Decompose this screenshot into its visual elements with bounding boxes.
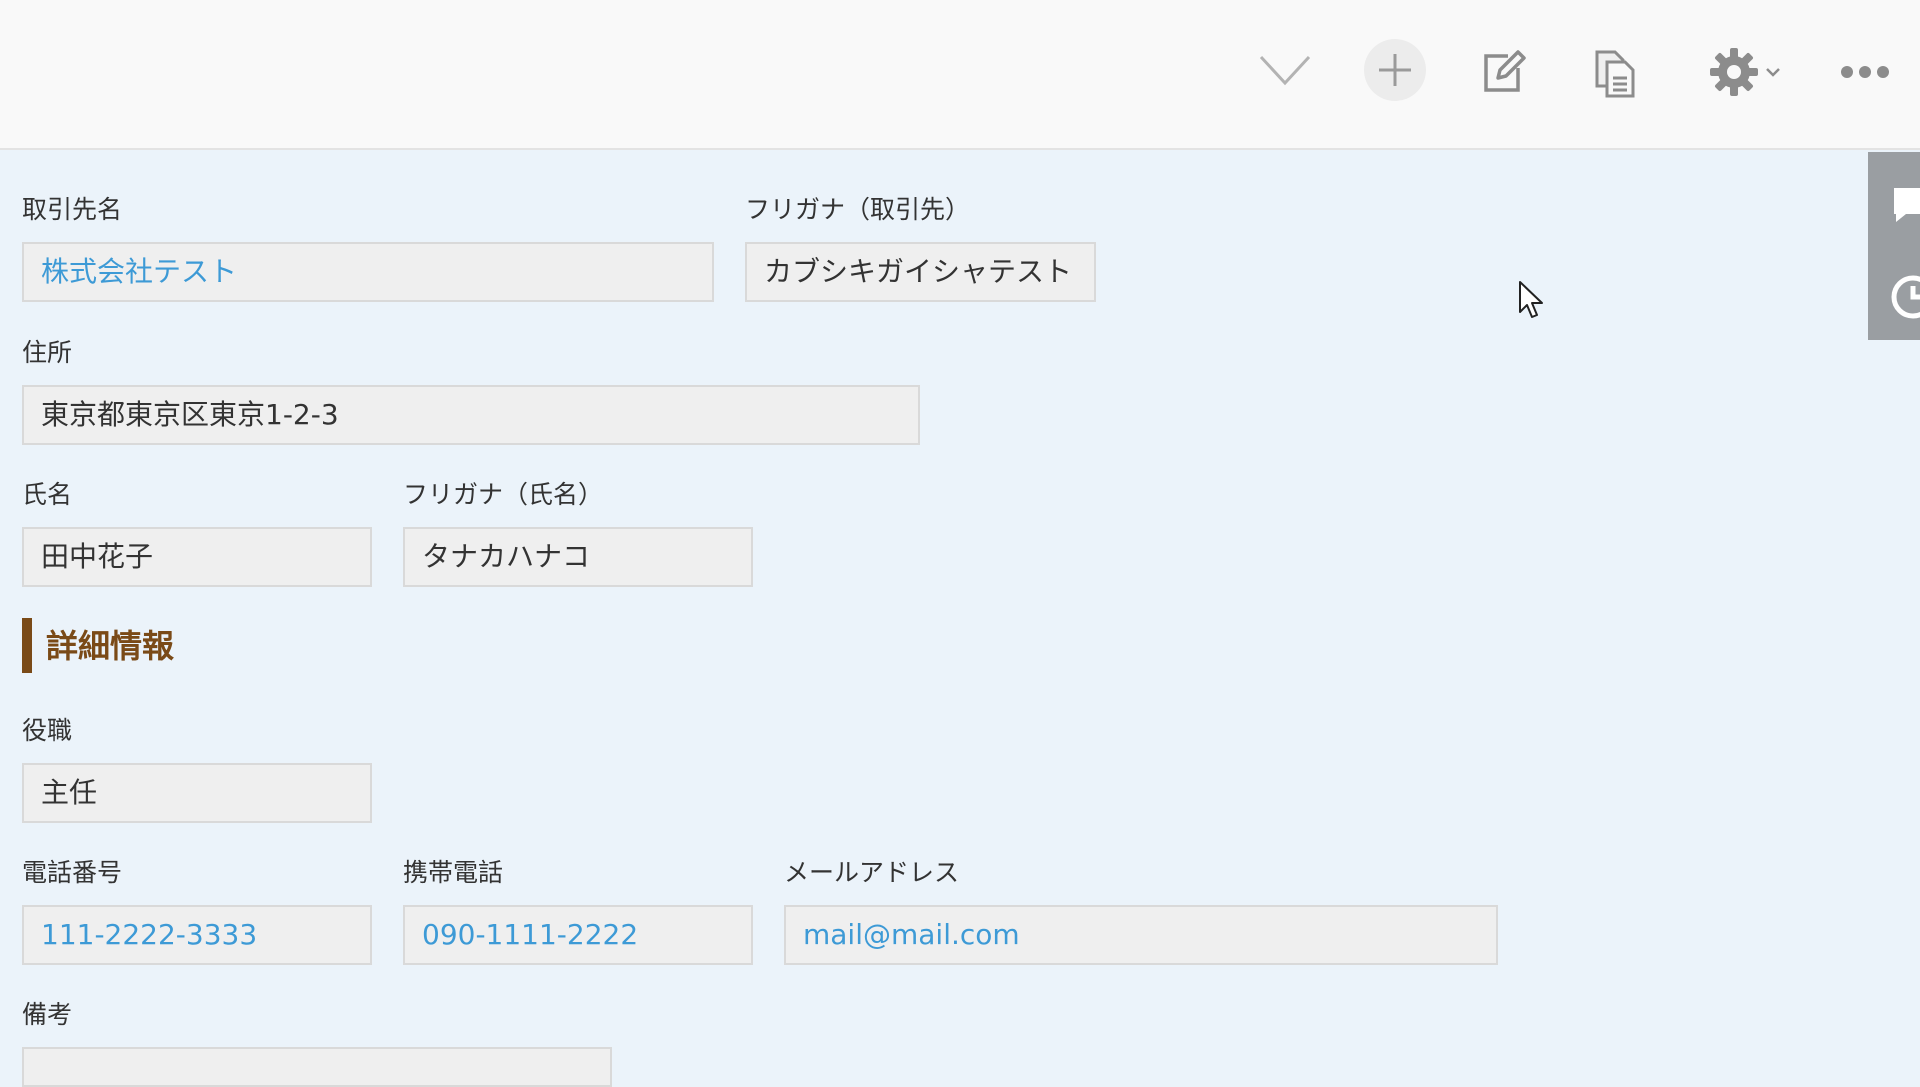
add-record-button[interactable] xyxy=(1364,39,1426,101)
email-field: メールアドレス mail@mail.com xyxy=(784,858,1498,968)
chevron-down-icon xyxy=(1766,68,1780,77)
history-icon[interactable] xyxy=(1888,272,1920,322)
company-name-label: 取引先名 xyxy=(22,195,123,224)
phone-label: 電話番号 xyxy=(22,858,123,887)
job-title-label: 役職 xyxy=(22,716,73,745)
notes-field: 備考 xyxy=(22,1000,612,1087)
company-name-field: 取引先名 株式会社テスト xyxy=(22,195,714,305)
address-field: 住所 東京都東京区東京1-2-3 xyxy=(22,338,920,448)
edit-record-button[interactable] xyxy=(1470,40,1534,104)
edit-icon xyxy=(1484,50,1526,92)
phone-field: 電話番号 111-2222-3333 xyxy=(22,858,372,968)
person-name-value: 田中花子 xyxy=(22,527,372,587)
notes-value xyxy=(22,1047,612,1087)
notes-label: 備考 xyxy=(22,1000,73,1029)
phone-value[interactable]: 111-2222-3333 xyxy=(22,905,372,965)
record-toolbar xyxy=(0,0,1920,150)
company-kana-value: カブシキガイシャテスト xyxy=(745,242,1096,302)
gear-icon xyxy=(1710,48,1758,96)
comment-icon[interactable] xyxy=(1888,182,1920,226)
person-kana-value: タナカハナコ xyxy=(403,527,753,587)
person-name-field: 氏名 田中花子 xyxy=(22,480,372,590)
plus-icon xyxy=(1379,54,1411,86)
person-kana-field: フリガナ（氏名） タナカハナコ xyxy=(403,480,753,590)
mobile-label: 携帯電話 xyxy=(403,858,504,887)
copy-icon xyxy=(1595,50,1635,98)
mouse-cursor-icon xyxy=(1519,281,1543,318)
address-value: 東京都東京区東京1-2-3 xyxy=(22,385,920,445)
email-value[interactable]: mail@mail.com xyxy=(784,905,1498,965)
section-accent-bar xyxy=(22,618,32,673)
side-panel xyxy=(1868,152,1920,340)
mobile-field: 携帯電話 090-1111-2222 xyxy=(403,858,753,968)
company-kana-label: フリガナ（取引先） xyxy=(745,195,971,224)
chevron-down-icon xyxy=(1259,55,1311,86)
job-title-field: 役職 主任 xyxy=(22,716,372,826)
settings-menu-button[interactable] xyxy=(1690,40,1800,104)
address-label: 住所 xyxy=(22,338,73,367)
more-icon xyxy=(1841,66,1889,78)
collapse-button[interactable] xyxy=(1250,40,1320,100)
mobile-value[interactable]: 090-1111-2222 xyxy=(403,905,753,965)
person-name-label: 氏名 xyxy=(22,480,73,509)
section-title: 詳細情報 xyxy=(46,627,175,665)
company-name-value[interactable]: 株式会社テスト xyxy=(22,242,714,302)
duplicate-record-button[interactable] xyxy=(1582,40,1648,106)
email-label: メールアドレス xyxy=(784,858,960,887)
job-title-value: 主任 xyxy=(22,763,372,823)
person-kana-label: フリガナ（氏名） xyxy=(403,480,604,509)
company-kana-field: フリガナ（取引先） カブシキガイシャテスト xyxy=(745,195,1096,305)
more-options-button[interactable] xyxy=(1830,40,1900,104)
